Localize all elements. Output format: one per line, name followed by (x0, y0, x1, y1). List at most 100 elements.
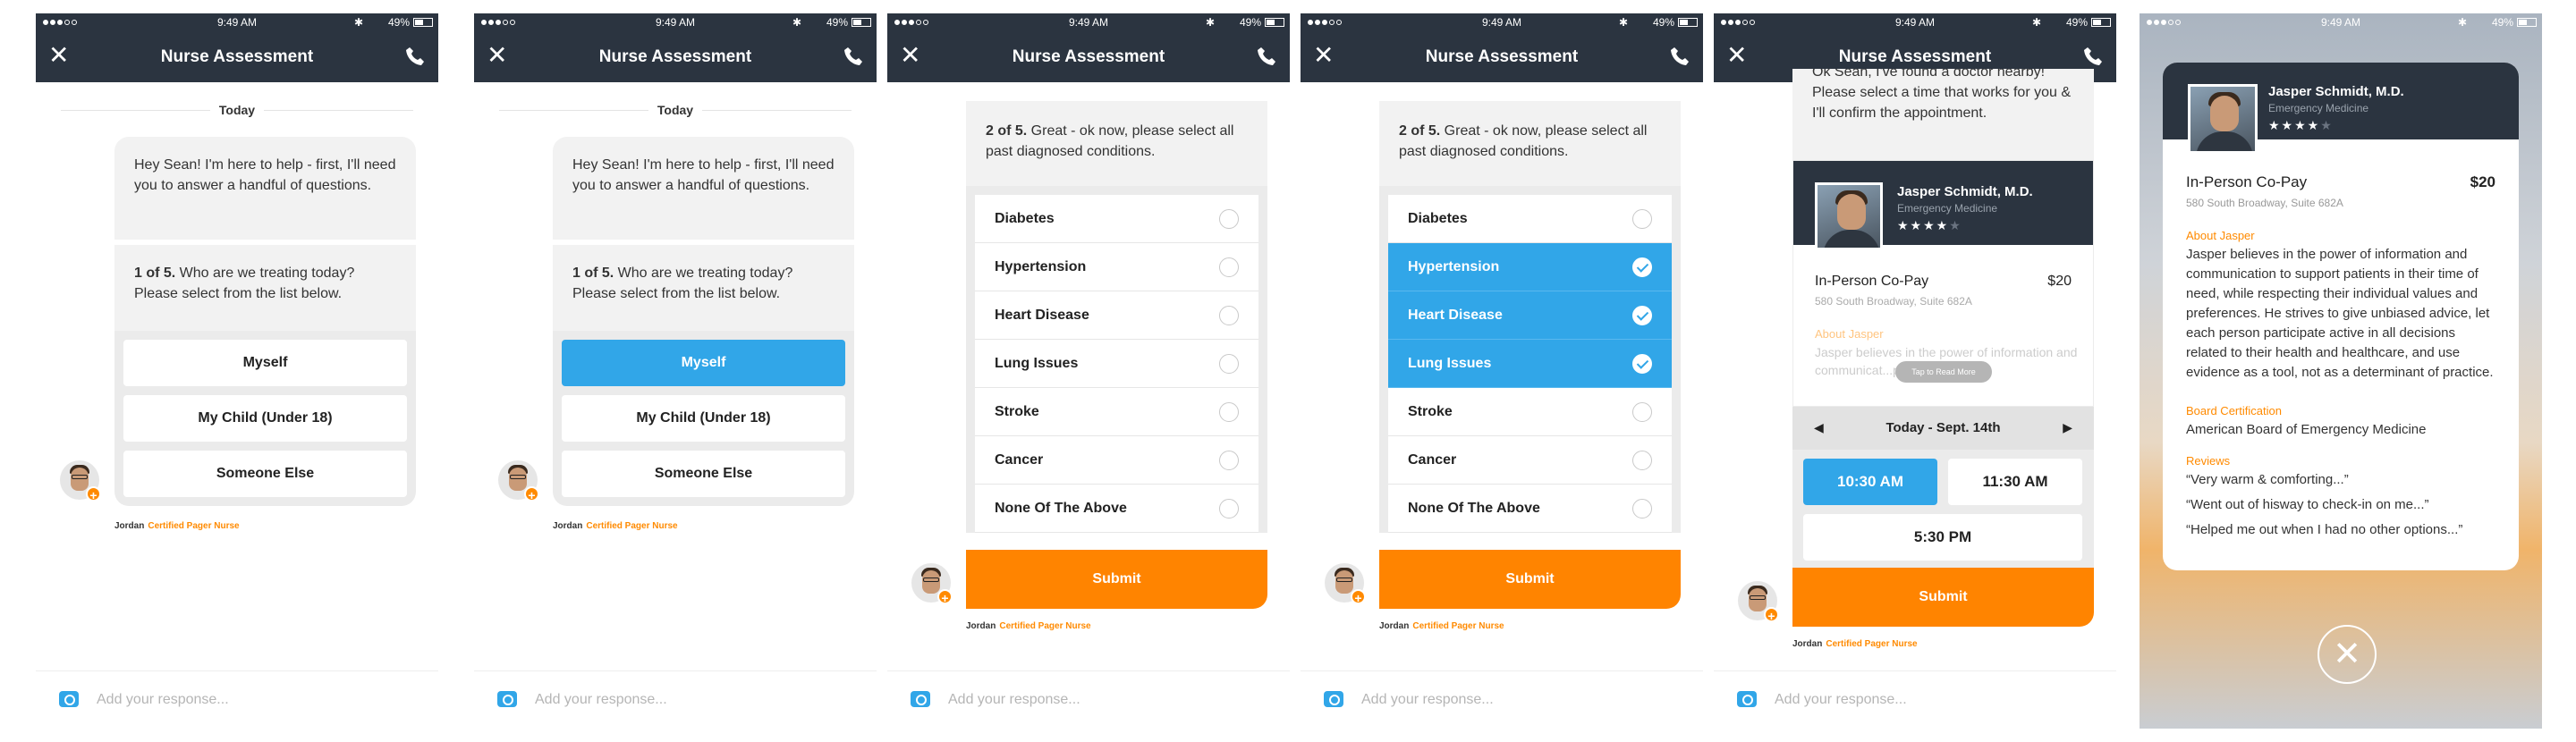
screen-6: 9:49 AM ✱ 49% Jasper Schmidt, M.D. Emerg… (2140, 13, 2542, 729)
condition-lung-issues[interactable]: Lung Issues (1388, 340, 1672, 388)
review-1: “Very warm & comforting...” (2186, 472, 2349, 487)
page-title: Nurse Assessment (1425, 47, 1579, 66)
copay-value: $20 (2047, 274, 2072, 289)
radio-icon (1219, 257, 1239, 277)
response-input[interactable]: Add your response... (97, 692, 229, 708)
condition-list: Diabetes Hypertension Heart Disease Lung… (1379, 186, 1681, 533)
camera-icon[interactable] (911, 691, 930, 707)
phone-icon[interactable] (843, 46, 864, 67)
nurse-avatar: + (1325, 563, 1366, 605)
status-bar: 9:49 AM ✱ 49% (474, 13, 877, 31)
condition-none[interactable]: None Of The Above (1388, 485, 1672, 533)
doctor-specialty: Emergency Medicine (1897, 202, 1998, 215)
condition-hypertension[interactable]: Hypertension (975, 243, 1258, 291)
choice-myself[interactable]: Myself (562, 340, 845, 386)
slot-1130[interactable]: 11:30 AM (1948, 459, 2082, 505)
doctor-name: Jasper Schmidt, M.D. (1897, 184, 2033, 199)
bluetooth-icon: ✱ (2457, 16, 2467, 29)
doctor-card[interactable]: Jasper Schmidt, M.D. Emergency Medicine … (1792, 160, 2094, 407)
battery-icon (413, 18, 433, 27)
condition-diabetes[interactable]: Diabetes (975, 195, 1258, 243)
slot-1030[interactable]: 10:30 AM (1803, 459, 1937, 505)
screen-3: 9:49 AM ✱ 49% ✕ Nurse Assessment 2 of 5.… (887, 13, 1290, 729)
doctor-photo (2188, 84, 2258, 154)
response-input[interactable]: Add your response... (948, 692, 1080, 708)
next-day-icon[interactable]: ▶ (2063, 420, 2072, 435)
choice-my-child[interactable]: My Child (Under 18) (562, 395, 845, 442)
response-input[interactable]: Add your response... (535, 692, 667, 708)
condition-heart-disease[interactable]: Heart Disease (1388, 291, 1672, 340)
board-label: Board Certification (2186, 404, 2282, 417)
condition-cancer[interactable]: Cancer (975, 436, 1258, 485)
choice-myself[interactable]: Myself (123, 340, 407, 386)
radio-icon (1219, 451, 1239, 470)
status-bar: 9:49 AM ✱ 49% (887, 13, 1290, 31)
page-title: Nurse Assessment (598, 47, 752, 66)
sender-label: Jordan Certified Pager Nurse (966, 621, 1091, 631)
phone-icon[interactable] (1256, 46, 1277, 67)
slot-530[interactable]: 5:30 PM (1803, 514, 2082, 561)
camera-icon[interactable] (59, 691, 79, 707)
submit-button[interactable]: Submit (1379, 550, 1681, 609)
status-bar: 9:49 AM ✱ 49% (2140, 13, 2542, 31)
choice-someone-else[interactable]: Someone Else (562, 451, 845, 497)
phone-icon[interactable] (2082, 46, 2104, 67)
phone-icon[interactable] (404, 46, 426, 67)
close-modal-icon[interactable]: ✕ (2318, 625, 2377, 684)
page-title: Nurse Assessment (1012, 47, 1165, 66)
doctor-specialty: Emergency Medicine (2268, 102, 2369, 114)
submit-button[interactable]: Submit (966, 550, 1267, 609)
condition-diabetes[interactable]: Diabetes (1388, 195, 1672, 243)
screen-5: 9:49 AM ✱ 49% ✕ Nurse Assessment Ok Sean… (1714, 13, 2116, 729)
nav-bar: ✕ Nurse Assessment (1301, 31, 1703, 82)
status-bar: 9:49 AM ✱ 49% (1301, 13, 1703, 31)
battery-level: 49% (1652, 16, 1674, 29)
radio-icon (1219, 499, 1239, 519)
battery-icon (2091, 18, 2111, 27)
condition-stroke[interactable]: Stroke (975, 388, 1258, 436)
response-input[interactable]: Add your response... (1361, 692, 1494, 708)
battery-level: 49% (2491, 16, 2513, 29)
bluetooth-icon: ✱ (353, 16, 363, 29)
radio-icon (1219, 354, 1239, 374)
date-picker: ◀ Today - Sept. 14th ▶ (1792, 407, 2094, 450)
condition-heart-disease[interactable]: Heart Disease (975, 291, 1258, 340)
submit-button[interactable]: Submit (1792, 568, 2094, 627)
read-more-button[interactable]: Tap to Read More (1895, 361, 1992, 383)
condition-cancer[interactable]: Cancer (1388, 436, 1672, 485)
review-3: “Helped me out when I had no other optio… (2186, 522, 2463, 537)
status-time: 9:49 AM (1481, 16, 1522, 29)
nav-bar: ✕ Nurse Assessment (474, 31, 877, 82)
condition-lung-issues[interactable]: Lung Issues (975, 340, 1258, 388)
page-title: Nurse Assessment (1838, 47, 1992, 66)
screen-4: 9:49 AM ✱ 49% ✕ Nurse Assessment 2 of 5.… (1301, 13, 1703, 729)
condition-hypertension[interactable]: Hypertension (1388, 243, 1672, 291)
sender-label: Jordan Certified Pager Nurse (553, 521, 678, 531)
sender-label: Jordan Certified Pager Nurse (114, 521, 240, 531)
choice-list: Myself My Child (Under 18) Someone Else (553, 331, 854, 506)
battery-icon (1265, 18, 1284, 27)
screen-1: 9:49 AM ✱ 49% ✕ Nurse Assessment Today H… (36, 13, 438, 729)
sender-label: Jordan Certified Pager Nurse (1792, 639, 1918, 649)
condition-stroke[interactable]: Stroke (1388, 388, 1672, 436)
camera-icon[interactable] (497, 691, 517, 707)
date-label: Today - Sept. 14th (1885, 420, 2001, 435)
response-input[interactable]: Add your response... (1775, 692, 1907, 708)
nurse-avatar: + (1738, 581, 1779, 623)
camera-icon[interactable] (1737, 691, 1757, 707)
phone-icon[interactable] (1669, 46, 1690, 67)
date-divider: Today (474, 103, 877, 117)
nurse-avatar: + (498, 460, 539, 502)
condition-none[interactable]: None Of The Above (975, 485, 1258, 533)
radio-icon (1219, 306, 1239, 325)
status-time: 9:49 AM (216, 16, 258, 29)
question-message: 1 of 5. Who are we treating today? Pleas… (553, 245, 854, 331)
status-time: 9:49 AM (2320, 16, 2361, 29)
camera-icon[interactable] (1324, 691, 1343, 707)
choice-my-child[interactable]: My Child (Under 18) (123, 395, 407, 442)
choice-someone-else[interactable]: Someone Else (123, 451, 407, 497)
battery-icon (1678, 18, 1698, 27)
doctor-header: Jasper Schmidt, M.D. Emergency Medicine … (1793, 161, 2093, 250)
battery-level: 49% (1239, 16, 1261, 29)
bluetooth-icon: ✱ (792, 16, 801, 29)
